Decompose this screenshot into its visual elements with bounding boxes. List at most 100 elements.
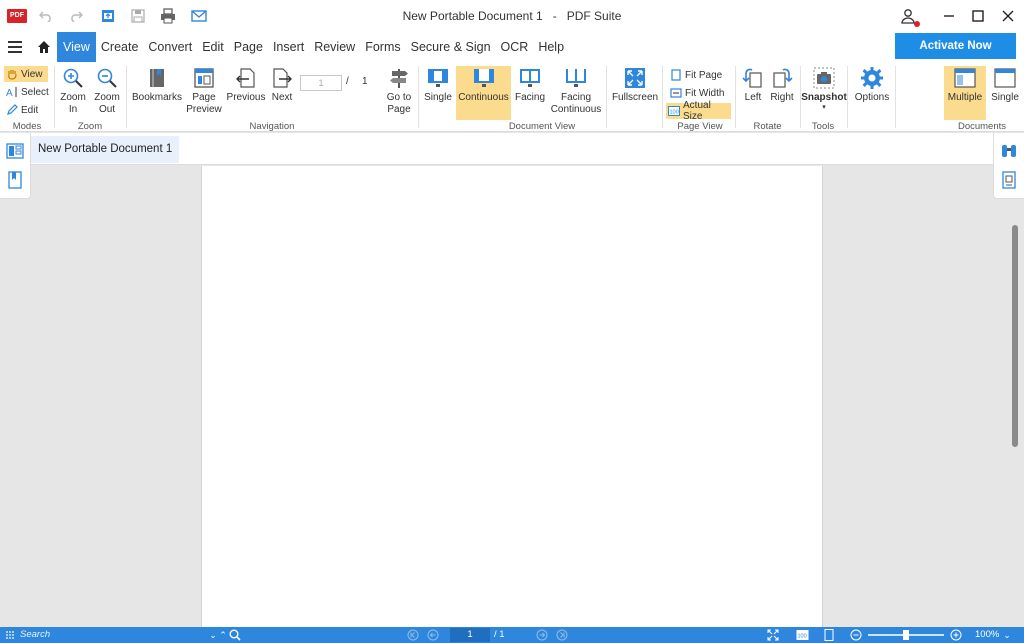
document-page[interactable] bbox=[201, 166, 823, 627]
open-file-icon[interactable] bbox=[98, 6, 118, 26]
next-page-button[interactable]: Next bbox=[268, 66, 296, 104]
svg-text:A: A bbox=[6, 88, 13, 98]
search-up-icon[interactable]: ⌃ bbox=[218, 629, 228, 641]
search-options-icon[interactable] bbox=[4, 629, 16, 641]
go-to-page-button[interactable]: Go to Page bbox=[384, 66, 414, 116]
current-page-field[interactable]: 1 bbox=[450, 628, 490, 642]
email-icon[interactable] bbox=[189, 6, 209, 26]
snapshot-button[interactable]: Snapshot ▾ bbox=[801, 66, 847, 111]
page-number-input[interactable]: 1 bbox=[300, 75, 342, 91]
thumbnails-panel-icon[interactable] bbox=[6, 142, 24, 160]
menu-tab-view[interactable]: View bbox=[57, 32, 96, 62]
hamburger-menu-icon[interactable] bbox=[5, 38, 25, 56]
activate-now-button[interactable]: Activate Now bbox=[895, 33, 1016, 59]
right-side-panel bbox=[993, 133, 1024, 199]
menu-tab-edit[interactable]: Edit bbox=[197, 32, 229, 62]
facing-view-icon bbox=[518, 66, 542, 90]
vertical-scrollbar[interactable] bbox=[1012, 225, 1018, 447]
fullscreen-status-icon[interactable] bbox=[766, 629, 780, 641]
page-preview-label-line1: Page bbox=[192, 92, 216, 103]
zoom-slider-handle[interactable] bbox=[903, 630, 909, 640]
menu-tab-insert[interactable]: Insert bbox=[268, 32, 309, 62]
search-icon[interactable] bbox=[228, 629, 242, 641]
search-down-icon[interactable]: ⌄ bbox=[208, 629, 218, 641]
properties-panel-icon[interactable] bbox=[1000, 171, 1018, 189]
group-label-rotate: Rotate bbox=[753, 121, 782, 132]
actual-size-button[interactable]: 100 Actual Size bbox=[666, 100, 731, 122]
zoom-in-status-icon[interactable] bbox=[949, 629, 963, 641]
zoom-out-button[interactable]: Zoom Out bbox=[92, 66, 122, 116]
zoom-in-button[interactable]: Zoom In bbox=[58, 66, 88, 116]
rotate-right-button[interactable]: Right bbox=[768, 66, 796, 104]
ribbon-separator bbox=[895, 66, 896, 128]
rotate-left-icon bbox=[741, 66, 765, 90]
menu-tab-create[interactable]: Create bbox=[96, 32, 144, 62]
actual-size-status-icon[interactable]: 100 bbox=[795, 629, 809, 641]
zoom-percent[interactable]: 100% bbox=[975, 627, 999, 643]
page-preview-button[interactable]: Page Preview bbox=[186, 66, 222, 116]
facing-continuous-label-line2: Continuous bbox=[550, 104, 602, 115]
next-page-icon bbox=[270, 66, 294, 90]
single-view-button[interactable]: Single bbox=[422, 66, 454, 120]
fit-page-button[interactable]: Fit Page bbox=[668, 67, 724, 83]
print-icon[interactable] bbox=[158, 6, 178, 26]
select-text-icon: A bbox=[6, 86, 18, 98]
undo-icon[interactable] bbox=[36, 6, 56, 26]
save-icon[interactable] bbox=[128, 6, 148, 26]
previous-page-status-icon[interactable] bbox=[427, 629, 439, 641]
options-button[interactable]: Options bbox=[852, 66, 892, 104]
select-mode-button[interactable]: A Select bbox=[4, 84, 51, 100]
snapshot-dropdown-icon[interactable]: ▾ bbox=[822, 104, 826, 111]
single-doc-label: Single bbox=[991, 92, 1019, 103]
previous-page-button[interactable]: Previous bbox=[227, 66, 265, 104]
document-tab[interactable]: New Portable Document 1 bbox=[31, 136, 180, 163]
maximize-button[interactable] bbox=[963, 0, 993, 32]
close-button[interactable] bbox=[993, 0, 1023, 32]
menu-tab-secure-sign[interactable]: Secure & Sign bbox=[406, 32, 496, 62]
fullscreen-button[interactable]: Fullscreen bbox=[612, 66, 658, 104]
facing-view-button[interactable]: Facing bbox=[513, 66, 547, 120]
next-page-status-icon[interactable] bbox=[536, 629, 548, 641]
fit-width-button[interactable]: Fit Width bbox=[668, 85, 726, 101]
home-icon[interactable] bbox=[34, 37, 54, 57]
continuous-view-button[interactable]: Continuous bbox=[456, 66, 511, 120]
menu-tab-ocr[interactable]: OCR bbox=[496, 32, 534, 62]
ribbon-separator bbox=[126, 66, 127, 128]
continuous-view-icon bbox=[472, 66, 496, 90]
view-mode-button[interactable]: View bbox=[4, 66, 48, 82]
binoculars-search-icon[interactable] bbox=[1000, 142, 1018, 160]
user-account-button[interactable] bbox=[896, 4, 920, 28]
next-label: Next bbox=[271, 92, 293, 103]
single-document-button[interactable]: Single bbox=[989, 66, 1021, 120]
zoom-out-status-icon[interactable] bbox=[849, 629, 863, 641]
page-preview-label-line2: Preview bbox=[186, 104, 222, 115]
camera-icon bbox=[812, 66, 836, 90]
menu-tab-help[interactable]: Help bbox=[533, 32, 569, 62]
page-total: 1 bbox=[362, 76, 368, 87]
first-page-icon[interactable] bbox=[407, 629, 419, 641]
zoom-dropdown-icon[interactable]: ⌄ bbox=[1002, 629, 1012, 641]
maximize-icon bbox=[972, 10, 984, 22]
menu-tab-forms[interactable]: Forms bbox=[360, 32, 405, 62]
bookmarks-label: Bookmarks bbox=[132, 92, 183, 103]
previous-label: Previous bbox=[226, 92, 266, 103]
zoom-out-label-line1: Zoom bbox=[94, 92, 120, 103]
bookmarks-panel-icon[interactable] bbox=[6, 171, 24, 189]
fit-page-status-icon[interactable] bbox=[822, 629, 836, 641]
menu-tab-convert[interactable]: Convert bbox=[143, 32, 197, 62]
multiple-label: Multiple bbox=[947, 92, 983, 103]
edit-mode-button[interactable]: Edit bbox=[4, 102, 40, 118]
last-page-icon[interactable] bbox=[556, 629, 568, 641]
menu-tab-page[interactable]: Page bbox=[229, 32, 268, 62]
snapshot-label: Snapshot bbox=[801, 92, 847, 103]
multiple-documents-button[interactable]: Multiple bbox=[944, 66, 986, 120]
minimize-button[interactable] bbox=[934, 0, 964, 32]
menu-tab-review[interactable]: Review bbox=[309, 32, 360, 62]
redo-icon[interactable] bbox=[66, 6, 86, 26]
page-preview-icon bbox=[192, 66, 216, 90]
facing-continuous-view-button[interactable]: Facing Continuous bbox=[550, 66, 602, 120]
search-input[interactable]: Search bbox=[20, 627, 208, 643]
svg-text:100: 100 bbox=[797, 634, 806, 640]
bookmarks-button[interactable]: Bookmarks bbox=[132, 66, 182, 104]
rotate-left-button[interactable]: Left bbox=[740, 66, 766, 104]
